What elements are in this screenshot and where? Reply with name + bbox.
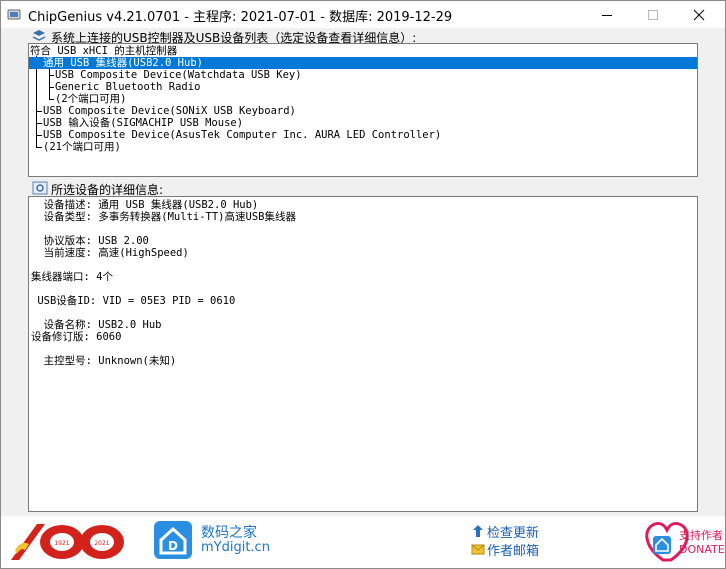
tree-line-branch <box>36 135 42 136</box>
author-mail-link[interactable]: 作者邮箱 <box>471 540 539 559</box>
detail-device-revision: 设备修订版: 6060 <box>31 331 122 343</box>
detail-controller-model: 主控型号: Unknown(未知) <box>31 355 177 367</box>
window-title: ChipGenius v4.21.0701 - 主程序: 2021-07-01 … <box>28 10 453 25</box>
usb-list-icon <box>32 30 46 41</box>
list-item-usb-hub-selected[interactable]: 通用 USB 集线器(USB2.0 Hub) <box>29 57 697 69</box>
tree-line-end <box>36 147 42 148</box>
check-update-label: 检查更新 <box>487 526 540 541</box>
update-arrow-icon <box>473 525 483 537</box>
tree-line-branch <box>49 99 54 100</box>
app-icon <box>7 9 21 20</box>
detail-device-description: 设备描述: 通用 USB 集线器(USB2.0 Hub) <box>31 199 259 211</box>
mail-icon <box>471 544 485 555</box>
list-item-aura-led-controller[interactable]: USB Composite Device(AsusTek Computer In… <box>43 129 441 141</box>
centenary-100-logo: 1921 2021 <box>11 524 124 560</box>
maximize-icon <box>648 10 658 20</box>
badge-year-left: 1921 <box>54 540 69 547</box>
list-item-watchdata-usb-key[interactable]: USB Composite Device(Watchdata USB Key) <box>55 69 302 81</box>
tree-line-hub <box>49 68 50 100</box>
device-tree[interactable]: 符合 USB xHCI 的主机控制器 通用 USB 集线器(USB2.0 Hub… <box>28 43 698 177</box>
detail-current-speed: 当前速度: 高速(HighSpeed) <box>31 247 189 259</box>
tree-line-branch <box>49 75 54 76</box>
title-bar[interactable]: ChipGenius v4.21.0701 - 主程序: 2021-07-01 … <box>1 1 725 28</box>
list-item-sigmachip-mouse[interactable]: USB 输入设备(SIGMACHIP USB Mouse) <box>43 117 243 129</box>
list-item-bluetooth-radio[interactable]: Generic Bluetooth Radio <box>55 81 200 93</box>
list-item-hub-ports-available[interactable]: (2个端口可用) <box>55 93 126 105</box>
svg-text:D: D <box>168 539 178 553</box>
detail-usb-device-id: USB设备ID: VID = 05E3 PID = 0610 <box>31 295 236 307</box>
donate-en-label[interactable]: DONATE <box>679 543 725 556</box>
footer-bar: 1921 2021 D 数码之家 mYdigit.cn 检查更新 作者邮箱 支持… <box>1 516 725 568</box>
chipgenius-window: ChipGenius v4.21.0701 - 主程序: 2021-07-01 … <box>0 0 726 569</box>
site-name-link[interactable]: 数码之家 <box>201 522 257 542</box>
minimize-button[interactable] <box>584 1 630 28</box>
maximize-button[interactable] <box>630 1 676 28</box>
list-item-sonix-keyboard[interactable]: USB Composite Device(SONiX USB Keyboard) <box>43 105 296 117</box>
mydigit-logo-icon[interactable]: D <box>153 520 193 560</box>
detail-protocol-version: 协议版本: USB 2.00 <box>31 235 149 247</box>
tree-line-branch <box>49 87 54 88</box>
list-item-root-ports-available[interactable]: (21个端口可用) <box>43 141 121 153</box>
device-details-text[interactable]: 设备描述: 通用 USB 集线器(USB2.0 Hub) 设备类型: 多事务转换… <box>28 196 698 512</box>
tree-line-branch <box>36 123 42 124</box>
detail-device-name: 设备名称: USB2.0 Hub <box>31 319 162 331</box>
check-update-link[interactable]: 检查更新 <box>471 522 539 541</box>
minimize-icon <box>602 15 612 16</box>
close-icon <box>693 9 705 21</box>
author-mail-label: 作者邮箱 <box>487 544 540 559</box>
badge-year-right: 2021 <box>94 540 109 547</box>
close-button[interactable] <box>676 1 722 28</box>
site-url-link[interactable]: mYdigit.cn <box>201 540 270 555</box>
details-icon <box>32 181 48 195</box>
tree-line-branch <box>36 111 42 112</box>
donate-cn-label[interactable]: 支持作者 <box>679 527 723 543</box>
detail-hub-ports: 集线器端口: 4个 <box>31 271 113 283</box>
detail-device-type: 设备类型: 多事务转换器(Multi-TT)高速USB集线器 <box>31 211 296 223</box>
list-item-host-controller[interactable]: 符合 USB xHCI 的主机控制器 <box>30 45 177 57</box>
